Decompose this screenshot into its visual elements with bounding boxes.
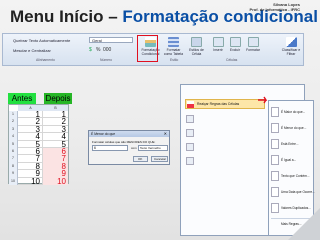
dialog-title: É Menor do que	[91, 132, 116, 136]
close-icon[interactable]: ✕	[164, 131, 167, 137]
dialog-ok-button[interactable]: OK	[133, 156, 148, 162]
row-number[interactable]: 6	[9, 148, 18, 156]
pointer-arrow	[258, 96, 268, 104]
duplicates-icon	[271, 203, 279, 213]
cell-styles-button[interactable]: Estilos de Célula	[187, 37, 206, 56]
group-alinhamento: Alinhamento	[36, 58, 55, 62]
submenu-item-label: Está Entre...	[281, 142, 299, 146]
format-as-table-button[interactable]: Formatar como Tabela	[163, 37, 184, 56]
format-button[interactable]: Formatar	[244, 37, 262, 52]
menu-item-highlight-rules[interactable]: Realçar Regras das Células	[185, 99, 265, 109]
table-row[interactable]: 10 10 10	[9, 177, 68, 185]
text-contains-icon	[271, 171, 279, 181]
depois-label: Depois	[44, 93, 72, 104]
row-number[interactable]: 3	[9, 125, 18, 134]
submenu-item-label: É Igual a...	[281, 158, 297, 162]
less-than-icon	[271, 123, 279, 133]
insert-button[interactable]: Inserir	[210, 37, 226, 52]
number-format-value: Geral	[92, 38, 102, 43]
dialog-prompt: Formatar células que são MENORES DO QUE:	[92, 140, 156, 144]
submenu-item-maior[interactable]: É Maior do que...	[271, 106, 311, 119]
cell-styles-icon	[191, 37, 202, 47]
delete-button[interactable]: Excluir	[227, 37, 243, 52]
date-icon	[271, 187, 279, 197]
menu-item-label: Realçar Regras das Células	[197, 102, 240, 106]
between-icon	[271, 139, 279, 149]
merge-center-button[interactable]: Mesclar e Centralizar	[13, 48, 51, 53]
insert-label: Inserir	[213, 48, 223, 52]
submenu-item-texto[interactable]: Texto que Contém...	[271, 170, 311, 183]
row-number[interactable]: 8	[9, 162, 18, 171]
format-icon	[247, 37, 259, 47]
insert-icon	[212, 37, 224, 47]
delete-label: Excluir	[229, 48, 241, 52]
row-number[interactable]: 4	[9, 133, 18, 141]
format-as-table-label: Formatar como Tabela	[163, 48, 184, 56]
row-number[interactable]: 2	[9, 118, 18, 126]
author-note: Silvana Lopes Prof. de Informática - IFR…	[250, 2, 300, 12]
format-label: Formatar	[246, 48, 260, 52]
row-number[interactable]: 9	[9, 170, 18, 178]
number-format-buttons[interactable]: $ % 000	[89, 47, 133, 55]
submenu-item-label: Uma Data que Ocorre...	[281, 190, 315, 194]
dialog-titlebar: É Menor do que ✕	[89, 131, 169, 137]
submenu-item-label: É Maior do que...	[281, 110, 306, 114]
antes-label: Antes	[8, 93, 36, 104]
table-icon	[168, 37, 179, 47]
submenu-item-entre[interactable]: Está Entre...	[271, 138, 311, 151]
row-number[interactable]: 5	[9, 140, 18, 148]
group-estilo: Estilo	[170, 58, 179, 62]
delete-icon	[229, 37, 241, 47]
wrap-text-button[interactable]: Quebrar Texto Automaticamente	[13, 38, 70, 43]
ok-label: OK	[138, 157, 143, 161]
dialog-value: 6	[94, 146, 96, 150]
row-number[interactable]: 10	[9, 177, 18, 185]
number-format-select[interactable]: Geral	[89, 37, 133, 43]
less-than-dialog: É Menor do que ✕ Formatar células que sã…	[88, 130, 170, 165]
group-numero: Número	[100, 58, 113, 62]
submenu-item-igual[interactable]: É Igual a...	[271, 154, 311, 167]
menu-icon-row-5[interactable]	[186, 157, 194, 165]
greater-than-icon	[271, 107, 279, 117]
page-curl	[288, 208, 320, 240]
submenu-item-label: É Menor do que...	[281, 126, 307, 130]
submenu-item-data[interactable]: Uma Data que Ocorre...	[271, 186, 315, 199]
highlight-rules-icon	[187, 101, 194, 108]
submenu-item-label: Texto que Contém...	[281, 174, 310, 178]
row-number[interactable]: 7	[9, 155, 18, 163]
cell-a[interactable]: 10	[18, 177, 43, 185]
currency-icon[interactable]: $	[89, 47, 92, 53]
cancel-label: Cancelar	[154, 157, 167, 161]
cell-b[interactable]: 10	[43, 177, 68, 185]
percent-icon[interactable]: %	[96, 47, 100, 53]
group-celulas: Células	[226, 58, 238, 62]
dialog-format-value: Texto Vermelho	[140, 146, 161, 150]
title-prefix: Menu Início –	[10, 7, 123, 26]
dialog-with-label: com	[131, 146, 137, 150]
comma-icon[interactable]: 000	[103, 47, 111, 53]
spreadsheet-grid[interactable]: A B 1 1 1 2 2 2 3 3 3 4 4 4 5 5 5 6 6 6 7 7 7 8 8 8 9 9 9 10 10 10	[8, 104, 69, 185]
sort-filter-button[interactable]: Classificar e Filtrar	[279, 37, 303, 56]
menu-icon-row-3[interactable]	[186, 129, 194, 137]
dialog-format-select[interactable]: Texto Vermelho	[138, 145, 168, 151]
sort-filter-icon	[285, 37, 297, 47]
dialog-value-input[interactable]: 6	[92, 145, 128, 151]
sort-filter-label: Classificar e Filtrar	[281, 48, 301, 56]
menu-icon-row-4[interactable]	[186, 143, 194, 151]
dialog-cancel-button[interactable]: Cancelar	[151, 156, 168, 162]
menu-icon-row-2[interactable]	[186, 115, 194, 123]
highlight-box	[137, 35, 158, 62]
submenu-item-menor[interactable]: É Menor do que...	[271, 122, 311, 135]
row-number[interactable]: 1	[9, 111, 18, 119]
cell-styles-label: Estilos de Célula	[189, 48, 204, 56]
equal-icon	[271, 155, 279, 165]
author-role: Prof. de Informática - IFRC	[249, 7, 300, 12]
